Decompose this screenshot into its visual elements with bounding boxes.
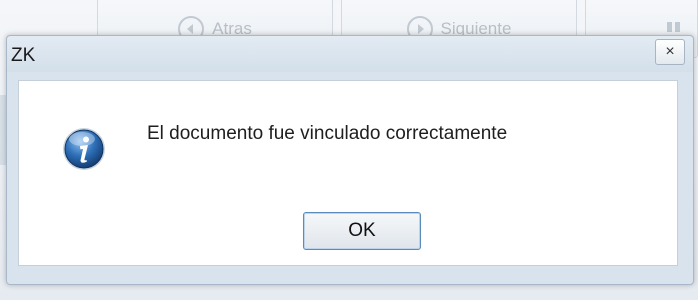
background-toolbar: Atras Siguiente [0,0,698,59]
info-icon [63,128,105,170]
dialog-title: ZK [11,45,36,66]
dialog-titlebar[interactable]: ZK × [7,36,693,72]
message-dialog: ZK × El documento fue vinculado correcta… [6,35,694,285]
close-button[interactable]: × [655,39,685,65]
close-icon: × [665,43,675,60]
dialog-content: El documento fue vinculado correctamente… [18,80,678,266]
ok-button[interactable]: OK [303,212,421,250]
dialog-message: El documento fue vinculado correctamente [147,123,508,144]
